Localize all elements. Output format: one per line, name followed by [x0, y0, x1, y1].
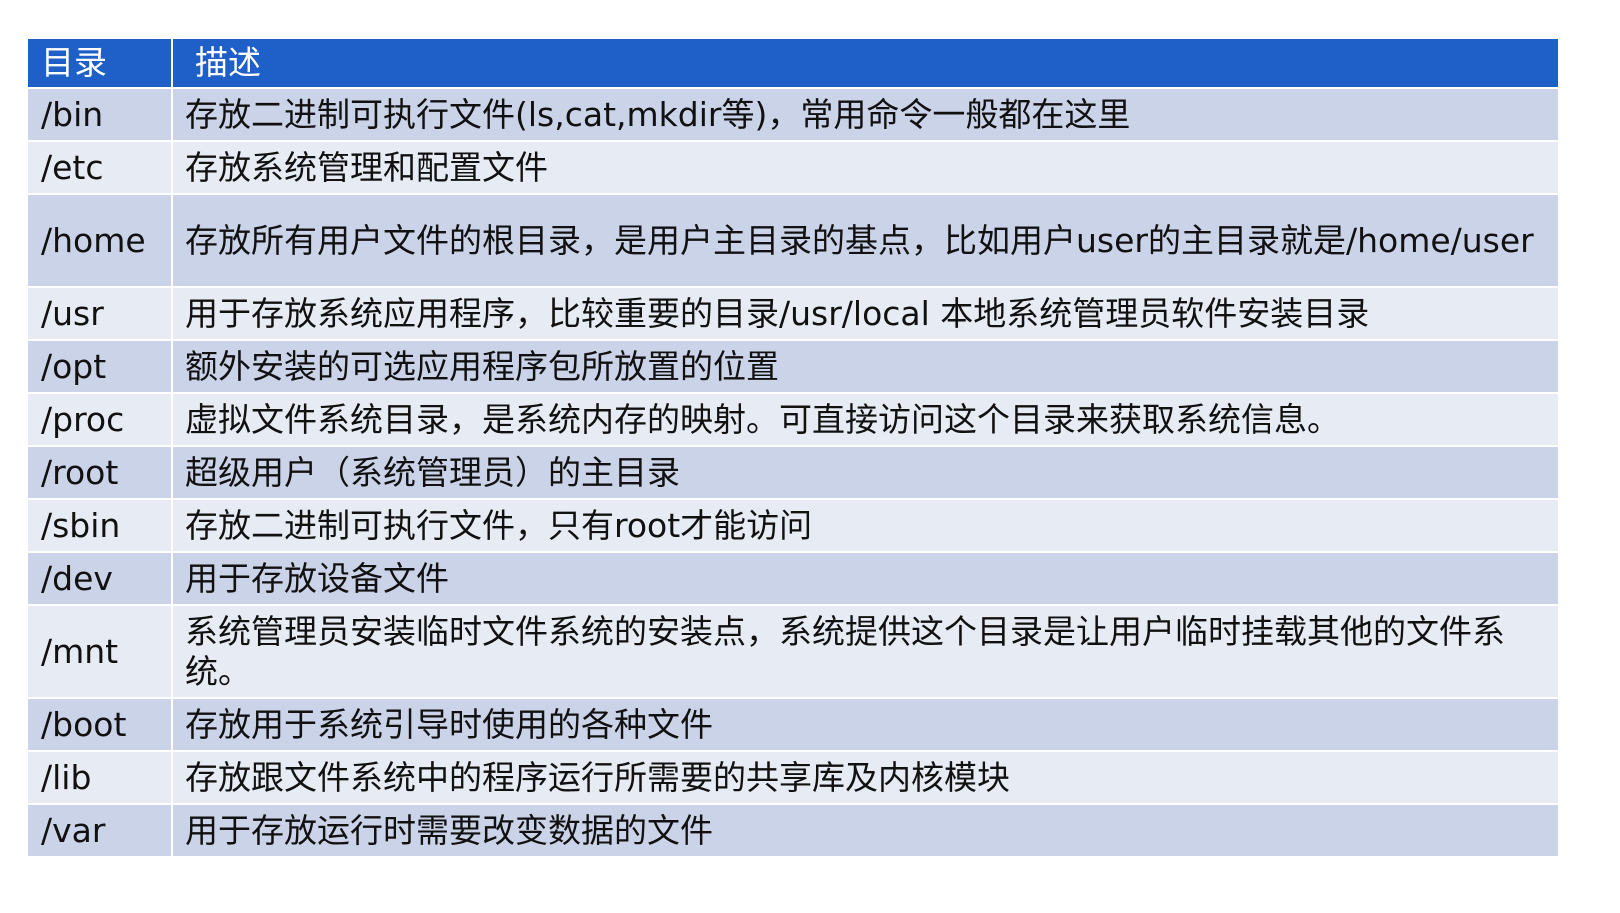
- directory-cell: /usr: [26, 286, 173, 341]
- directory-table-container: 目录 描述 /bin 存放二进制可执行文件(ls,cat,mkdir等)，常用命…: [26, 37, 1560, 858]
- description-cell: 存放用于系统引导时使用的各种文件: [171, 697, 1560, 752]
- description-cell: 存放所有用户文件的根目录，是用户主目录的基点，比如用户user的主目录就是/ho…: [171, 193, 1560, 288]
- description-cell: 存放跟文件系统中的程序运行所需要的共享库及内核模块: [171, 750, 1560, 805]
- table-header: 目录 描述: [26, 37, 1560, 89]
- description-cell: 存放二进制可执行文件(ls,cat,mkdir等)，常用命令一般都在这里: [171, 87, 1560, 142]
- table-row: /sbin 存放二进制可执行文件，只有root才能访问: [26, 498, 1560, 553]
- table-row: /mnt 系统管理员安装临时文件系统的安装点，系统提供这个目录是让用户临时挂载其…: [26, 604, 1560, 699]
- description-cell: 系统管理员安装临时文件系统的安装点，系统提供这个目录是让用户临时挂载其他的文件系…: [171, 604, 1560, 699]
- directory-cell: /mnt: [26, 604, 173, 699]
- description-cell: 额外安装的可选应用程序包所放置的位置: [171, 339, 1560, 394]
- description-cell: 用于存放设备文件: [171, 551, 1560, 606]
- directory-cell: /opt: [26, 339, 173, 394]
- table-row: /usr 用于存放系统应用程序，比较重要的目录/usr/local 本地系统管理…: [26, 286, 1560, 341]
- directory-cell: /sbin: [26, 498, 173, 553]
- description-cell: 用于存放系统应用程序，比较重要的目录/usr/local 本地系统管理员软件安装…: [171, 286, 1560, 341]
- description-cell: 用于存放运行时需要改变数据的文件: [171, 803, 1560, 858]
- table-row: /opt 额外安装的可选应用程序包所放置的位置: [26, 339, 1560, 394]
- table-row: /proc 虚拟文件系统目录，是系统内存的映射。可直接访问这个目录来获取系统信息…: [26, 392, 1560, 447]
- header-row: 目录 描述: [26, 37, 1560, 89]
- directory-cell: /bin: [26, 87, 173, 142]
- directory-cell: /var: [26, 803, 173, 858]
- header-directory: 目录: [26, 37, 173, 89]
- description-cell: 超级用户（系统管理员）的主目录: [171, 445, 1560, 500]
- table-row: /etc 存放系统管理和配置文件: [26, 140, 1560, 195]
- directory-table: 目录 描述 /bin 存放二进制可执行文件(ls,cat,mkdir等)，常用命…: [26, 37, 1560, 858]
- table-row: /bin 存放二进制可执行文件(ls,cat,mkdir等)，常用命令一般都在这…: [26, 87, 1560, 142]
- directory-cell: /proc: [26, 392, 173, 447]
- header-description: 描述: [171, 37, 1560, 89]
- directory-cell: /boot: [26, 697, 173, 752]
- table-row: /var 用于存放运行时需要改变数据的文件: [26, 803, 1560, 858]
- table-row: /boot 存放用于系统引导时使用的各种文件: [26, 697, 1560, 752]
- table-row: /home 存放所有用户文件的根目录，是用户主目录的基点，比如用户user的主目…: [26, 193, 1560, 288]
- table-row: /lib 存放跟文件系统中的程序运行所需要的共享库及内核模块: [26, 750, 1560, 805]
- description-cell: 存放系统管理和配置文件: [171, 140, 1560, 195]
- description-cell: 虚拟文件系统目录，是系统内存的映射。可直接访问这个目录来获取系统信息。: [171, 392, 1560, 447]
- table-body: /bin 存放二进制可执行文件(ls,cat,mkdir等)，常用命令一般都在这…: [26, 87, 1560, 858]
- directory-cell: /etc: [26, 140, 173, 195]
- directory-cell: /dev: [26, 551, 173, 606]
- table-row: /root 超级用户（系统管理员）的主目录: [26, 445, 1560, 500]
- directory-cell: /lib: [26, 750, 173, 805]
- description-cell: 存放二进制可执行文件，只有root才能访问: [171, 498, 1560, 553]
- directory-cell: /home: [26, 193, 173, 288]
- directory-cell: /root: [26, 445, 173, 500]
- table-row: /dev 用于存放设备文件: [26, 551, 1560, 606]
